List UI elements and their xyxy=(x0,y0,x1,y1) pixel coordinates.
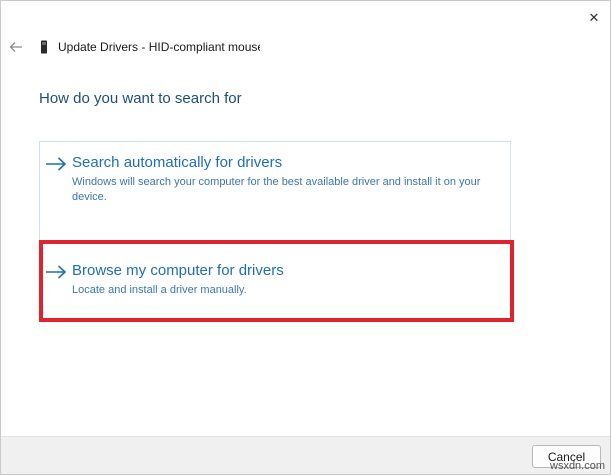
back-button[interactable] xyxy=(6,37,26,57)
dialog-footer xyxy=(1,436,610,474)
page-heading: How do you want to search for xyxy=(39,90,242,107)
update-drivers-dialog: ✕ Update Drivers - HID-compliant mouse H… xyxy=(0,0,611,475)
arrow-right-icon xyxy=(46,265,67,279)
arrow-right-icon xyxy=(46,157,67,171)
option-description: Locate and install a driver manually. xyxy=(72,284,247,296)
option-title: Search automatically for drivers xyxy=(72,154,283,171)
window-title: Update Drivers - HID-compliant mouse xyxy=(58,40,260,54)
option-title: Browse my computer for drivers xyxy=(72,262,284,279)
close-icon: ✕ xyxy=(588,9,600,25)
device-icon xyxy=(41,40,47,54)
watermark: wsxdn.com xyxy=(550,460,606,472)
search-automatically-option[interactable]: Search automatically for drivers Windows… xyxy=(45,153,507,209)
close-button[interactable]: ✕ xyxy=(578,3,610,31)
back-arrow-icon xyxy=(9,42,22,52)
browse-computer-option[interactable]: Browse my computer for drivers Locate an… xyxy=(45,261,507,301)
option-description: Windows will search your computer for th… xyxy=(72,176,481,203)
